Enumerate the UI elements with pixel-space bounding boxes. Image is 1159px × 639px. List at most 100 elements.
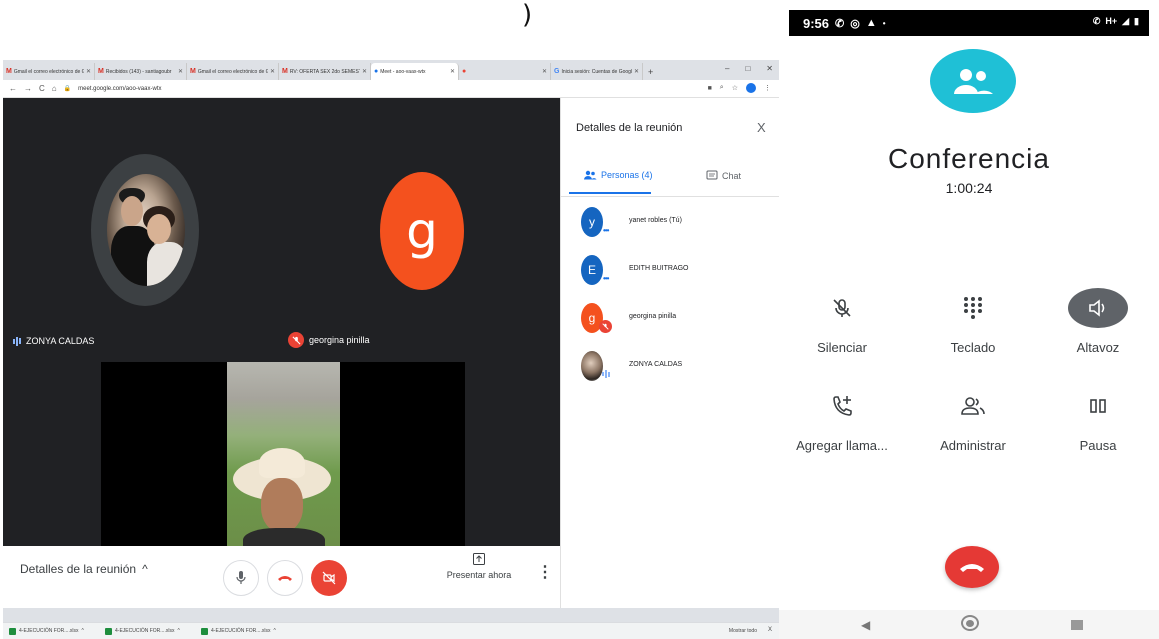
zonya-avatar-photo: [107, 174, 185, 286]
manage-button[interactable]: Administrar: [913, 386, 1033, 453]
tabs-divider: [561, 196, 779, 197]
tab-people[interactable]: Personas (4): [583, 170, 653, 180]
speaker-button[interactable]: Altavoz: [1038, 288, 1158, 355]
participants-list: y ••• yanet robles (Tú) E ••• EDITH BUITRAGO g…: [561, 198, 779, 390]
excel-file-icon: [201, 627, 208, 635]
home-nav-icon[interactable]: [961, 615, 979, 631]
add-call-button[interactable]: Agregar llama...: [782, 386, 902, 453]
profile-avatar[interactable]: [746, 83, 756, 93]
leave-call-button[interactable]: [267, 560, 303, 596]
end-call-button[interactable]: [945, 546, 999, 588]
excel-file-icon: [9, 627, 16, 635]
close-tab-icon[interactable]: ✕: [542, 68, 547, 75]
tab-favicon-icon: G: [554, 68, 560, 75]
hold-button[interactable]: Pausa: [1038, 386, 1158, 453]
zoom-icon[interactable]: ⌕: [720, 84, 724, 92]
participant-row[interactable]: y ••• yanet robles (Tú): [561, 198, 779, 246]
add-call-icon: [833, 396, 852, 416]
tab-favicon-icon: M: [98, 68, 104, 75]
audio-level-icon: •••: [603, 274, 609, 283]
new-tab-button[interactable]: +: [648, 67, 653, 77]
chat-icon: [706, 170, 718, 180]
screenshot-root: ) M Gmail el correo electrónico de G ✕ M Rec…: [0, 0, 1159, 639]
maximize-button[interactable]: □: [745, 64, 750, 73]
keypad-button[interactable]: Teclado: [913, 288, 1033, 355]
participant-row[interactable]: g georgina pinilla: [561, 294, 779, 342]
close-window-button[interactable]: ✕: [766, 64, 773, 73]
phone-call-screen: 9:56 ✆ ◎ ▲ • ✆ H+ ◢ ▮ Conferencia 1:00:2…: [779, 10, 1159, 639]
bookmark-star-icon[interactable]: ☆: [732, 84, 738, 92]
meeting-details-panel: Detalles de la reunión X Personas (4) Ch…: [560, 98, 779, 608]
close-tab-icon[interactable]: ✕: [634, 68, 639, 75]
close-tab-icon[interactable]: ✕: [362, 68, 367, 75]
downloads-bar: 4-EJECUCIÓN FOR....xlsx ^ 4-EJECUCIÓN FOR…: [3, 622, 779, 639]
minimize-button[interactable]: –: [725, 64, 729, 73]
browser-tab[interactable]: ● ✕: [459, 63, 551, 80]
participant-name: yanet robles (Tú): [629, 217, 682, 224]
recents-nav-icon[interactable]: [1071, 620, 1083, 630]
close-tab-icon[interactable]: ✕: [450, 68, 455, 75]
dot-icon: •: [882, 18, 886, 28]
browser-tab[interactable]: ● Meet - aoo-vaax-wtx ✕: [371, 63, 459, 80]
forward-icon[interactable]: →: [24, 84, 32, 93]
participant-avatar: E: [581, 255, 603, 285]
close-panel-button[interactable]: X: [757, 120, 766, 135]
download-item[interactable]: 4-EJECUCIÓN FOR....xlsx ^: [105, 627, 195, 635]
participant-row[interactable]: ZONYA CALDAS: [561, 342, 779, 390]
camera-icon[interactable]: ■: [708, 85, 712, 92]
whatsapp-icon: ◎: [850, 17, 860, 30]
present-now-button[interactable]: Presentar ahora: [443, 552, 515, 580]
close-downloads-bar-button[interactable]: X: [768, 627, 772, 633]
people-icon: [584, 170, 597, 180]
stray-glyph: ): [522, 0, 533, 30]
tile-name-zonya: ZONYA CALDAS: [13, 336, 94, 346]
reload-icon[interactable]: C: [39, 84, 45, 93]
hang-up-icon: [960, 564, 984, 572]
microphone-button[interactable]: [223, 560, 259, 596]
back-icon[interactable]: ←: [9, 84, 17, 93]
chevron-up-icon: ^: [81, 628, 84, 634]
wifi-calling-icon: ✆: [1092, 16, 1101, 26]
georgina-avatar: g: [380, 172, 464, 290]
hang-up-icon: [278, 576, 292, 581]
manage-people-icon: [961, 397, 985, 415]
participant-row[interactable]: E ••• EDITH BUITRAGO: [561, 246, 779, 294]
back-nav-icon[interactable]: ◀: [861, 618, 870, 632]
tab-chat[interactable]: Chat: [706, 170, 741, 181]
camera-toggle-button[interactable]: [311, 560, 347, 596]
close-tab-icon[interactable]: ✕: [86, 68, 91, 75]
url-field[interactable]: meet.google.com/aoo-vaax-wtx: [78, 86, 161, 92]
download-item[interactable]: 4-EJECUCIÓN FOR....xlsx ^: [201, 627, 291, 635]
tab-label: Inicia sesión: Cuentas de Google: [561, 68, 632, 75]
self-view-tile: [3, 362, 560, 546]
browser-tab[interactable]: M Recibidos (143) - santiagoubr ✕: [95, 63, 187, 80]
participant-avatar: y: [581, 207, 603, 237]
browser-tab[interactable]: G Inicia sesión: Cuentas de Google ✕: [551, 63, 643, 80]
chevron-up-icon: ^: [177, 628, 180, 634]
browser-tab[interactable]: MRV: OFERTA SEX 2do SEMESTRE✕: [279, 63, 371, 80]
browser-menu-icon[interactable]: ⋮: [764, 84, 771, 92]
browser-tab[interactable]: M Gmail el correo electrónico de G ✕: [187, 63, 279, 80]
status-icons-right: ✆ H+ ◢ ▮: [1093, 16, 1139, 27]
more-options-button[interactable]: ⋮: [537, 562, 553, 582]
show-all-downloads-button[interactable]: Mostrar todo: [729, 628, 757, 634]
close-tab-icon[interactable]: ✕: [178, 68, 183, 75]
mic-off-icon: [833, 299, 851, 317]
tab-label: Gmail el correo electrónico de G: [13, 68, 84, 75]
microphone-icon: [236, 571, 246, 584]
lock-icon: 🔒: [63, 86, 72, 92]
mic-off-icon: [599, 320, 612, 333]
network-type: H+: [1105, 16, 1118, 26]
mute-button[interactable]: Silenciar: [782, 288, 902, 355]
tab-favicon-icon: M: [6, 68, 12, 75]
meeting-details-toggle[interactable]: Detalles de la reunión ^: [20, 562, 148, 576]
tab-favicon-icon: M: [282, 68, 288, 75]
self-camera-video: [227, 362, 340, 546]
download-item[interactable]: 4-EJECUCIÓN FOR....xlsx ^: [9, 627, 99, 635]
participant-avatar: [581, 351, 603, 381]
tab-label: Recibidos (143) - santiagoubr: [105, 68, 172, 75]
browser-tab[interactable]: M Gmail el correo electrónico de G ✕: [3, 63, 95, 80]
home-icon[interactable]: ⌂: [52, 84, 57, 93]
participant-name: ZONYA CALDAS: [629, 361, 683, 368]
close-tab-icon[interactable]: ✕: [270, 68, 275, 75]
